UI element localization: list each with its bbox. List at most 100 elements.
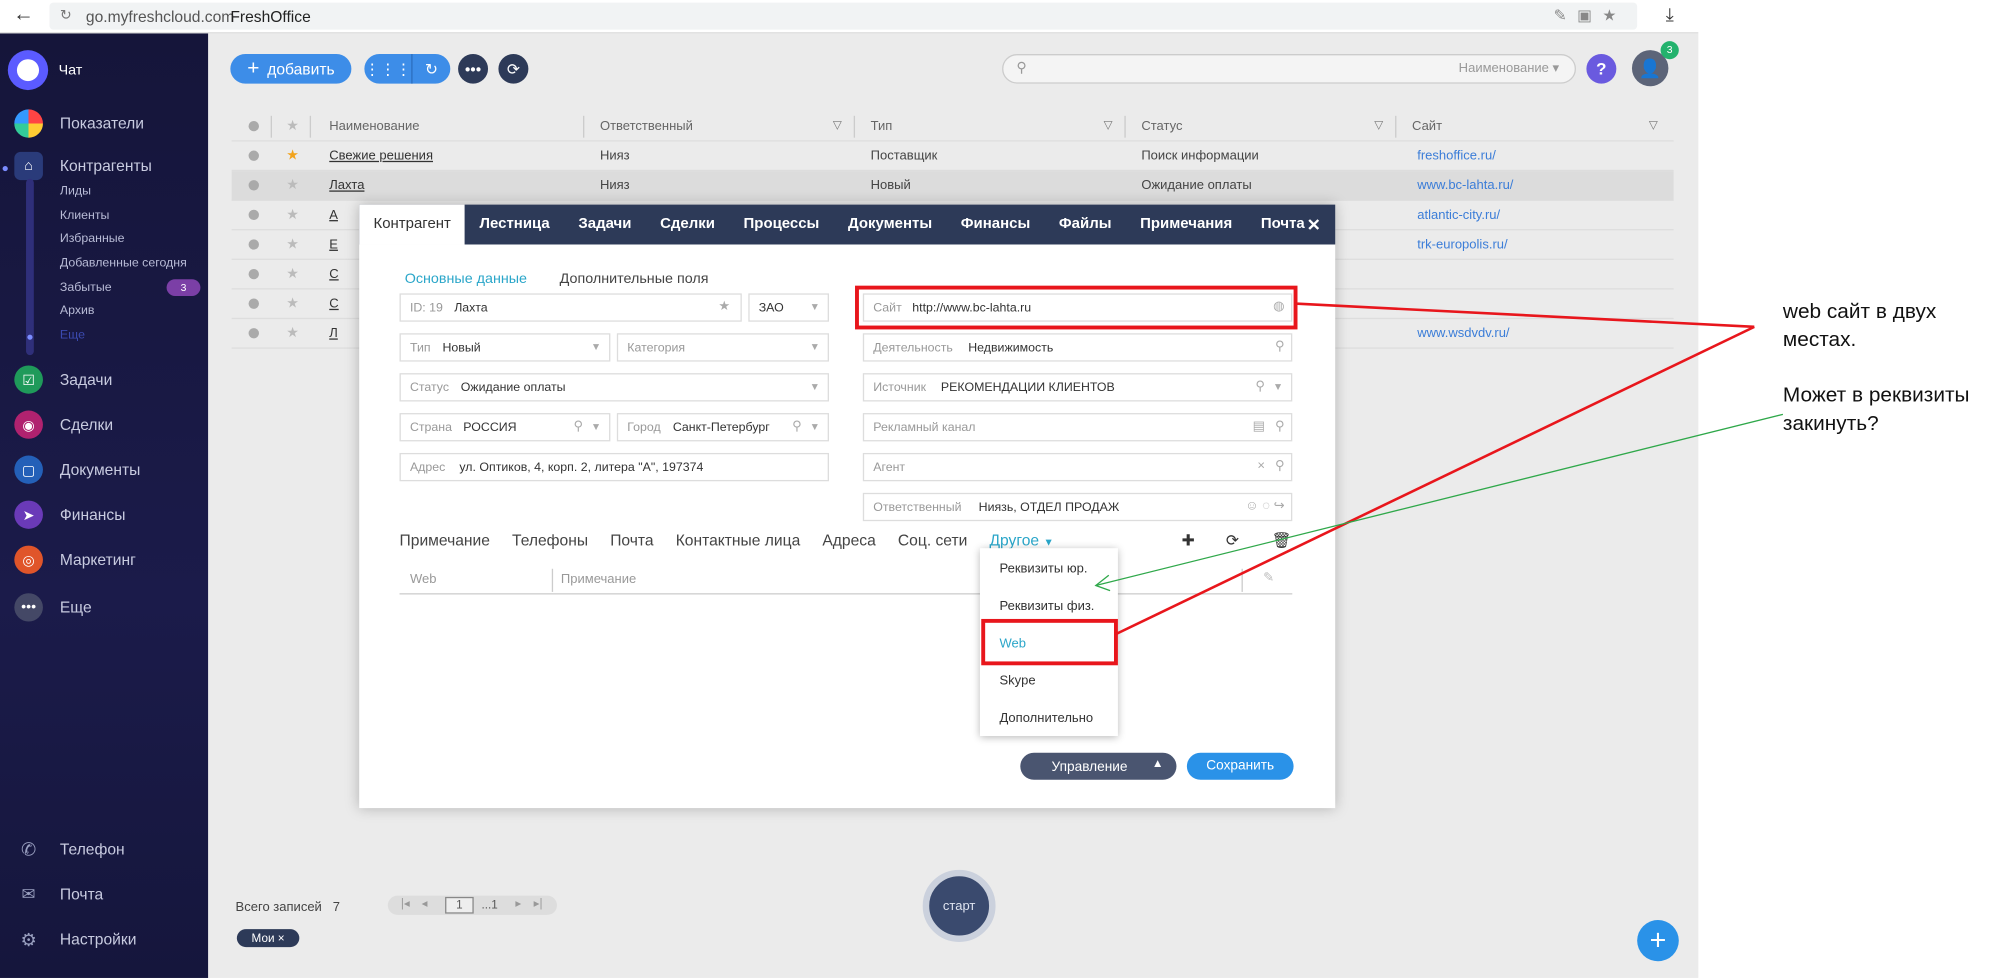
view-toggle[interactable]: ⋮⋮⋮ ↻: [364, 54, 451, 84]
clear-icon[interactable]: ×: [1257, 459, 1265, 473]
sidebar-item-finance[interactable]: ➤ Финансы: [14, 500, 125, 529]
type-select[interactable]: Тип Новый ▼: [399, 333, 611, 362]
refresh-button[interactable]: ⟳: [498, 54, 529, 84]
cell-name[interactable]: С: [329, 297, 338, 311]
filter-icon[interactable]: ▽: [1104, 118, 1113, 132]
cell-name[interactable]: Свежие решения: [329, 149, 433, 163]
reload-icon[interactable]: ↻: [60, 6, 72, 23]
sidebar-item-contractors[interactable]: ⌂ Контрагенты: [14, 151, 152, 181]
responsible-field[interactable]: Ответственный Ниязь, ОТДЕЛ ПРОДАЖ ☺ ◌ ↪: [862, 492, 1293, 522]
tab-main-data[interactable]: Основные данные: [405, 272, 527, 287]
refresh-icon[interactable]: ⟳: [1226, 531, 1239, 549]
header-name[interactable]: Наименование: [329, 120, 419, 134]
save-button[interactable]: Сохранить: [1186, 752, 1294, 780]
lower-tab[interactable]: Адреса: [822, 531, 875, 549]
row-select-icon[interactable]: [248, 180, 259, 191]
star-icon[interactable]: ★: [286, 324, 299, 341]
list-icon[interactable]: ▤: [1253, 419, 1265, 433]
filter-chip-mine[interactable]: Мои ×: [236, 929, 300, 948]
star-icon[interactable]: ★: [286, 206, 299, 222]
sidebar-sub-favorites[interactable]: Избранные: [60, 232, 125, 246]
sidebar-sub-today[interactable]: Добавленные сегодня: [60, 256, 187, 270]
lower-tab[interactable]: Контактные лица: [676, 531, 801, 549]
address-field[interactable]: Адрес ул. Оптиков, 4, корп. 2, литера "А…: [399, 452, 829, 482]
search-icon[interactable]: ⚲: [1255, 380, 1265, 394]
first-page-icon[interactable]: |◂: [401, 897, 410, 911]
lower-tab[interactable]: Почта: [610, 531, 653, 549]
start-button[interactable]: старт: [922, 869, 996, 942]
source-field[interactable]: Источник РЕКОМЕНДАЦИИ КЛИЕНТОВ ⚲ ▼: [862, 373, 1293, 402]
address-bar[interactable]: ↻ go.myfreshcloud.com FreshOffice ✎▣★: [49, 2, 1638, 30]
search-field-select[interactable]: Наименование ▾: [1459, 62, 1559, 76]
more-button[interactable]: •••: [458, 54, 489, 84]
pagination[interactable]: |◂ ◂ 1 ...1 ▸ ▸|: [387, 895, 557, 915]
browser-icons[interactable]: ✎▣★: [1554, 6, 1627, 24]
sidebar-sub-clients[interactable]: Клиенты: [60, 208, 110, 222]
search-icon[interactable]: ⚲: [1275, 459, 1285, 473]
country-field[interactable]: Страна РОССИЯ ⚲ ▼: [399, 413, 611, 442]
modal-tab[interactable]: Лестница: [465, 205, 564, 245]
tab-extra-fields[interactable]: Дополнительные поля: [560, 272, 709, 287]
header-site[interactable]: Сайт: [1412, 120, 1442, 134]
tab-other-dropdown[interactable]: Другое ▼: [989, 531, 1053, 549]
cell-site[interactable]: www.bc-lahta.ru/: [1417, 179, 1513, 193]
pencil-icon[interactable]: ✎: [1263, 571, 1274, 585]
row-select-icon[interactable]: [248, 298, 259, 309]
legal-form-select[interactable]: ЗАО ▼: [748, 293, 829, 322]
dropdown-option[interactable]: Реквизиты юр.: [999, 562, 1087, 576]
city-field[interactable]: Город Санкт-Петербург ⚲ ▼: [616, 413, 829, 442]
star-icon[interactable]: ★: [286, 235, 299, 252]
modal-tab[interactable]: Задачи: [564, 205, 646, 245]
star-icon[interactable]: ★: [286, 265, 299, 281]
row-select-icon[interactable]: [248, 209, 259, 221]
table-row[interactable]: ★ Лахта Нияз Новый Ожидание оплаты www.bc-lah…: [231, 171, 1674, 201]
cell-site[interactable]: atlantic-city.ru/: [1417, 208, 1500, 222]
activity-field[interactable]: Деятельность Недвижимость ⚲: [862, 333, 1293, 362]
search-icon[interactable]: ⚲: [573, 419, 583, 433]
table-row[interactable]: ★ Свежие решения Нияз Поставщик Поиск информ…: [231, 142, 1674, 172]
add-icon[interactable]: ✚: [1182, 531, 1195, 549]
star-icon[interactable]: ★: [286, 176, 299, 193]
search-icon[interactable]: ⚲: [1275, 340, 1285, 354]
sidebar-sub-more[interactable]: Еще: [60, 328, 85, 342]
grid-icon[interactable]: ⋮⋮⋮: [364, 54, 411, 84]
sidebar-sub-archive[interactable]: Архив: [60, 304, 95, 318]
download-icon[interactable]: ⤓: [1666, 4, 1674, 26]
modal-tab[interactable]: Финансы: [946, 205, 1044, 245]
cell-name[interactable]: Лахта: [329, 179, 364, 193]
last-page-icon[interactable]: ▸|: [534, 897, 543, 911]
filter-icon[interactable]: ▽: [1374, 118, 1383, 132]
star-icon[interactable]: ★: [286, 295, 299, 311]
status-select[interactable]: Статус Ожидание оплаты ▼: [399, 373, 829, 402]
header-status[interactable]: Статус: [1141, 120, 1182, 134]
star-icon[interactable]: ★: [286, 147, 299, 163]
sidebar-item-mail[interactable]: ✉ Почта: [14, 880, 104, 908]
sidebar-item-settings[interactable]: ⚙ Настройки: [14, 925, 136, 953]
sidebar-item-deals[interactable]: ◉ Сделки: [14, 410, 113, 439]
sidebar-sub-forgotten[interactable]: Забытые: [60, 281, 112, 295]
page-input[interactable]: 1: [445, 896, 474, 914]
close-icon[interactable]: ✕: [1307, 215, 1321, 236]
cell-name[interactable]: Л: [329, 327, 338, 341]
fab-add-button[interactable]: +: [1637, 920, 1679, 962]
back-icon[interactable]: ←: [13, 4, 34, 27]
filter-icon[interactable]: ▽: [833, 118, 842, 132]
select-all-icon[interactable]: [248, 120, 259, 132]
trash-icon[interactable]: 🗑: [1271, 531, 1291, 549]
header-type[interactable]: Тип: [871, 120, 893, 134]
modal-tab[interactable]: Файлы: [1045, 205, 1126, 245]
modal-tab[interactable]: Сделки: [646, 205, 729, 245]
sidebar-item-documents[interactable]: ▢ Документы: [14, 455, 140, 484]
category-select[interactable]: Категория ▼: [616, 333, 829, 362]
sync-icon[interactable]: ↻: [411, 54, 450, 84]
row-select-icon[interactable]: [248, 150, 259, 161]
prev-page-icon[interactable]: ◂: [422, 897, 428, 911]
dropdown-option[interactable]: Дополнительно: [999, 712, 1093, 726]
row-select-icon[interactable]: [248, 239, 259, 250]
sidebar-item-tasks[interactable]: ☑ Задачи: [14, 365, 112, 394]
cell-site[interactable]: freshoffice.ru/: [1417, 149, 1496, 163]
sidebar-item-marketing[interactable]: ◎ Маркетинг: [14, 545, 136, 574]
action-icons[interactable]: ☺ ◌ ↪: [1245, 499, 1284, 513]
cell-name[interactable]: Е: [329, 238, 338, 252]
name-field[interactable]: ID: 19 Лахта ★: [399, 293, 742, 322]
